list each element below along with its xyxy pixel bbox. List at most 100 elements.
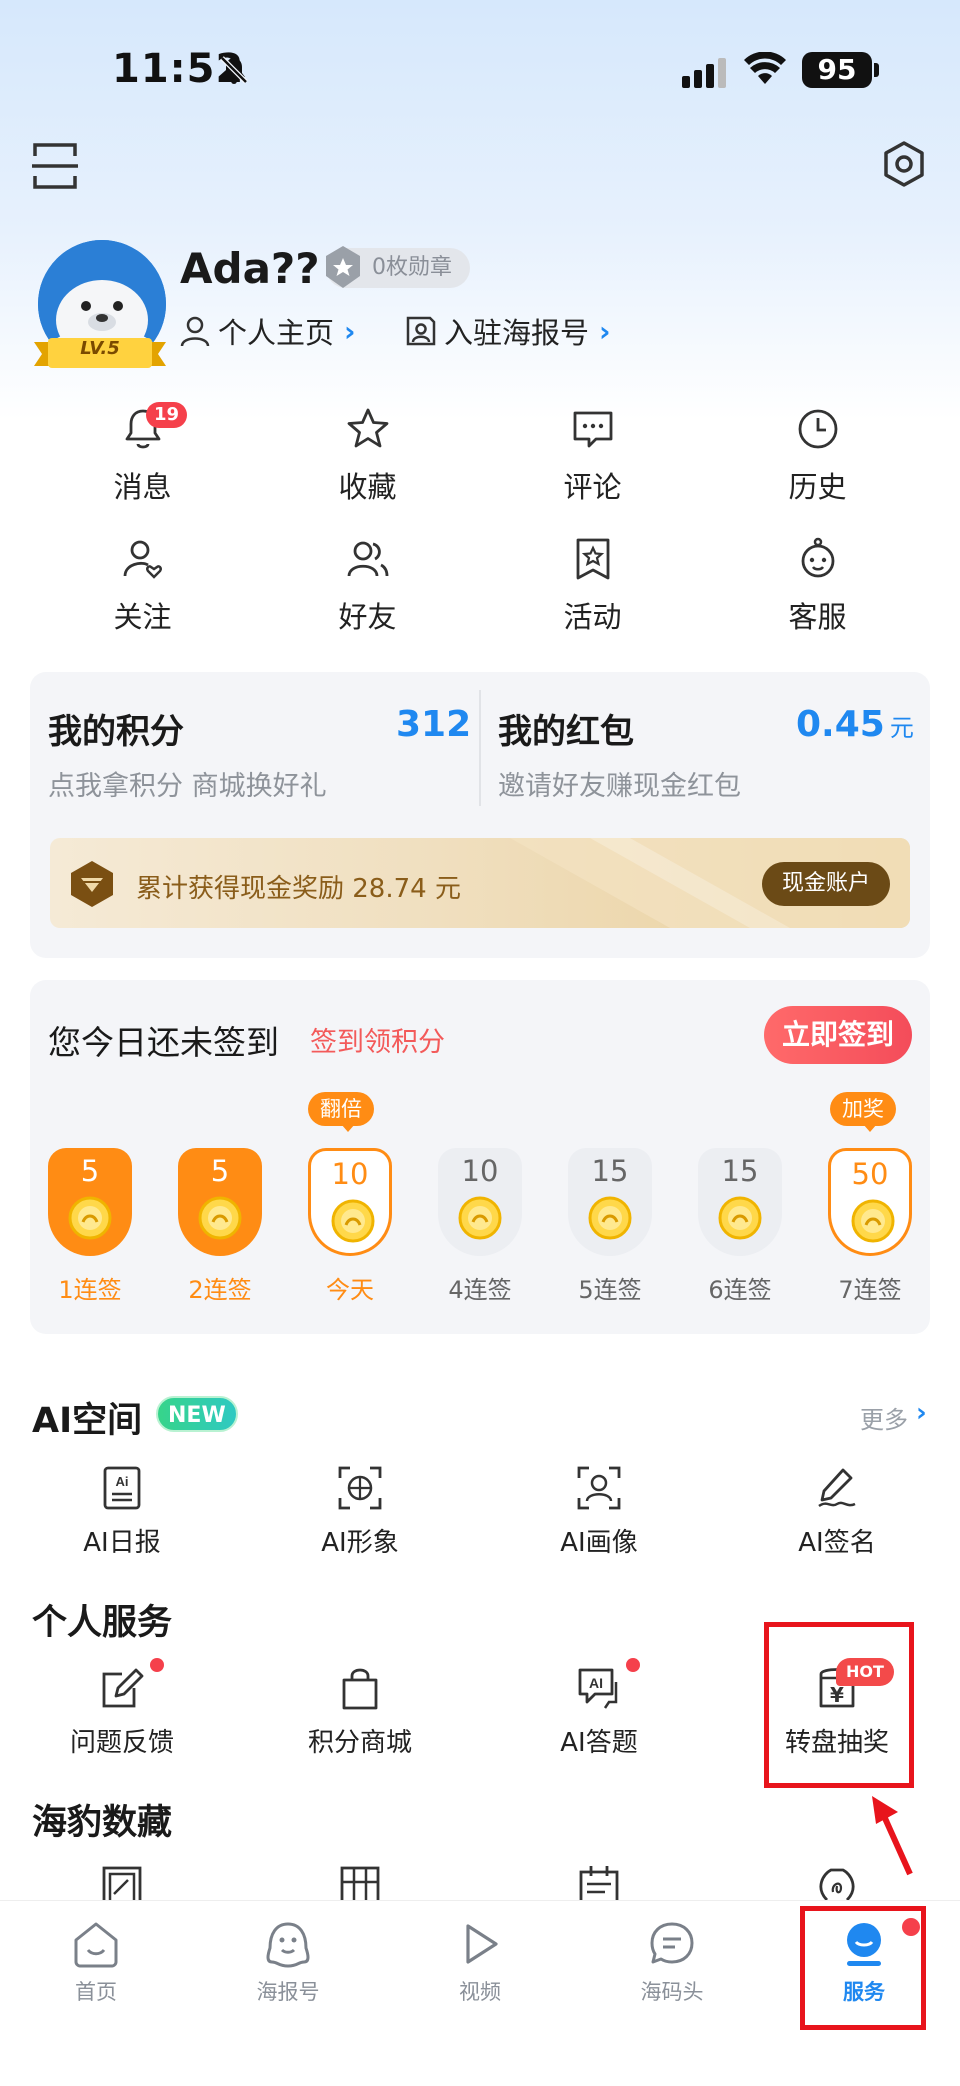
day-label: 4连签 bbox=[448, 1276, 512, 1304]
signin-day-2: 5 bbox=[178, 1148, 262, 1256]
collectibles-title: 海豹数藏 bbox=[32, 1803, 173, 1843]
follow-icon bbox=[123, 540, 162, 579]
redpacket-amount: 0.45 元 bbox=[796, 704, 914, 745]
signin-title: 您今日还未签到 bbox=[48, 1023, 279, 1062]
day-points: 5 bbox=[210, 1154, 230, 1188]
service-label: AI形象 bbox=[321, 1528, 399, 1558]
profile-home-label: 个人主页 bbox=[218, 316, 335, 350]
day-label: 7连签 bbox=[838, 1276, 902, 1304]
home-icon bbox=[74, 1922, 118, 1968]
quick-action-label: 关注 bbox=[113, 600, 172, 634]
collectible-gallery-icon[interactable] bbox=[336, 1864, 384, 1900]
nav-haimatou[interactable]: 海码头 bbox=[602, 1918, 742, 2006]
ai-portrait-item[interactable]: AI画像 bbox=[499, 1464, 699, 1559]
signin-day-4: 10 bbox=[438, 1148, 522, 1256]
bonus-tag: 加奖 bbox=[830, 1092, 896, 1126]
chevron-right-icon: › bbox=[344, 314, 356, 348]
quick-action-label: 活动 bbox=[563, 600, 622, 634]
signal-icon bbox=[682, 58, 726, 88]
signin-day-5: 15 bbox=[568, 1148, 652, 1256]
service-label: AI日报 bbox=[83, 1528, 161, 1558]
username: Ada?? bbox=[180, 244, 320, 293]
double-tag: 翻倍 bbox=[308, 1092, 374, 1126]
day-label: 5连签 bbox=[578, 1276, 642, 1304]
chevron-right-icon[interactable]: › bbox=[916, 1398, 927, 1428]
service-label: AI答题 bbox=[560, 1728, 638, 1758]
wifi-icon bbox=[744, 52, 786, 84]
quick-action-favorites[interactable]: 收藏 bbox=[255, 406, 480, 506]
signin-button[interactable]: 立即签到 bbox=[764, 1006, 912, 1064]
day-points: 5 bbox=[80, 1154, 100, 1188]
quick-action-label: 历史 bbox=[788, 470, 847, 504]
gear-icon[interactable] bbox=[880, 140, 928, 188]
play-icon bbox=[466, 1924, 498, 1964]
collectible-vase-icon[interactable] bbox=[813, 1864, 861, 1900]
nav-haibao[interactable]: 海报号 bbox=[218, 1918, 358, 2006]
nav-home[interactable]: 首页 bbox=[26, 1918, 166, 2006]
day-points: 10 bbox=[331, 1157, 369, 1191]
ai-signature-item[interactable]: AI签名 bbox=[737, 1464, 937, 1559]
scan-icon[interactable] bbox=[32, 142, 78, 190]
quick-action-messages[interactable]: 19 消息 bbox=[30, 402, 255, 506]
ai-quiz-icon: AI bbox=[578, 1668, 618, 1709]
quick-action-follow[interactable]: 关注 bbox=[30, 536, 255, 636]
quick-actions-grid: 19 消息 收藏 评论 历史 关注 好友 活动 客服 bbox=[30, 402, 930, 636]
quick-action-label: 好友 bbox=[338, 600, 397, 634]
coin-icon bbox=[198, 1196, 242, 1240]
friends-icon bbox=[347, 541, 388, 577]
double-tag-tail bbox=[341, 1124, 355, 1132]
day-label: 6连签 bbox=[708, 1276, 772, 1304]
ai-portrait-icon bbox=[577, 1466, 621, 1510]
ai-daily-item[interactable]: Ai AI日报 bbox=[22, 1464, 222, 1559]
cash-account-button[interactable]: 现金账户 bbox=[762, 862, 890, 906]
svg-text:Ai: Ai bbox=[116, 1474, 129, 1489]
quick-action-label: 消息 bbox=[113, 470, 172, 504]
nav-label: 海码头 bbox=[640, 1980, 704, 2004]
profile-home-link[interactable]: 个人主页 › bbox=[178, 312, 356, 350]
coin-icon bbox=[588, 1196, 632, 1240]
signin-day-1: 5 bbox=[48, 1148, 132, 1256]
personal-services-title: 个人服务 bbox=[32, 1603, 173, 1643]
day-label: 2连签 bbox=[188, 1276, 252, 1304]
coin-icon bbox=[68, 1196, 112, 1240]
points-section[interactable]: 我的积分 bbox=[48, 704, 184, 753]
collectible-frame-icon[interactable] bbox=[98, 1864, 146, 1900]
day-label: 1连签 bbox=[58, 1276, 122, 1304]
ai-space-title: AI空间 bbox=[32, 1401, 143, 1441]
highlight-box-services bbox=[800, 1906, 926, 2030]
quick-action-comments[interactable]: 评论 bbox=[480, 406, 705, 506]
points-subtitle: 点我拿积分 商城换好礼 bbox=[48, 771, 327, 802]
battery-tip bbox=[874, 63, 879, 77]
quick-action-friends[interactable]: 好友 bbox=[255, 536, 480, 636]
points-mall-item[interactable]: 积分商城 bbox=[260, 1664, 460, 1759]
more-link[interactable]: 更多 bbox=[860, 1400, 908, 1435]
ai-avatar-item[interactable]: AI形象 bbox=[260, 1464, 460, 1559]
day-points: 10 bbox=[461, 1154, 499, 1188]
signin-day-today[interactable]: 10 bbox=[308, 1148, 392, 1256]
cash-shield-icon bbox=[71, 861, 113, 907]
star-icon bbox=[347, 408, 388, 448]
quick-action-history[interactable]: 历史 bbox=[705, 406, 930, 506]
highlight-box-lottery bbox=[764, 1622, 914, 1788]
signin-subtitle: 签到领积分 bbox=[310, 1027, 445, 1058]
chat-icon bbox=[650, 1922, 694, 1964]
quick-action-activities[interactable]: 活动 bbox=[480, 536, 705, 636]
collectible-calendar-icon[interactable] bbox=[575, 1864, 623, 1900]
feedback-dot bbox=[150, 1658, 164, 1672]
coin-icon bbox=[851, 1199, 895, 1243]
ai-signature-icon bbox=[818, 1468, 856, 1508]
ai-quiz-item[interactable]: AI AI答题 bbox=[499, 1664, 699, 1759]
feedback-item[interactable]: 问题反馈 bbox=[22, 1664, 222, 1759]
nav-label: 首页 bbox=[75, 1980, 117, 2004]
coin-icon bbox=[458, 1196, 502, 1240]
seal-icon bbox=[266, 1922, 310, 1968]
cash-reward-text: 累计获得现金奖励 28.74 元 bbox=[136, 874, 461, 904]
join-haibao-label: 入驻海报号 bbox=[444, 316, 590, 350]
redpacket-section[interactable]: 我的红包 bbox=[498, 704, 634, 753]
join-haibao-link[interactable]: 入驻海报号 › bbox=[404, 312, 611, 350]
chevron-right-icon: › bbox=[599, 314, 611, 348]
quick-action-customer-service[interactable]: 客服 bbox=[705, 536, 930, 636]
service-icon bbox=[801, 537, 834, 578]
redpacket-title: 我的红包 bbox=[498, 712, 634, 752]
nav-video[interactable]: 视频 bbox=[410, 1918, 550, 2006]
